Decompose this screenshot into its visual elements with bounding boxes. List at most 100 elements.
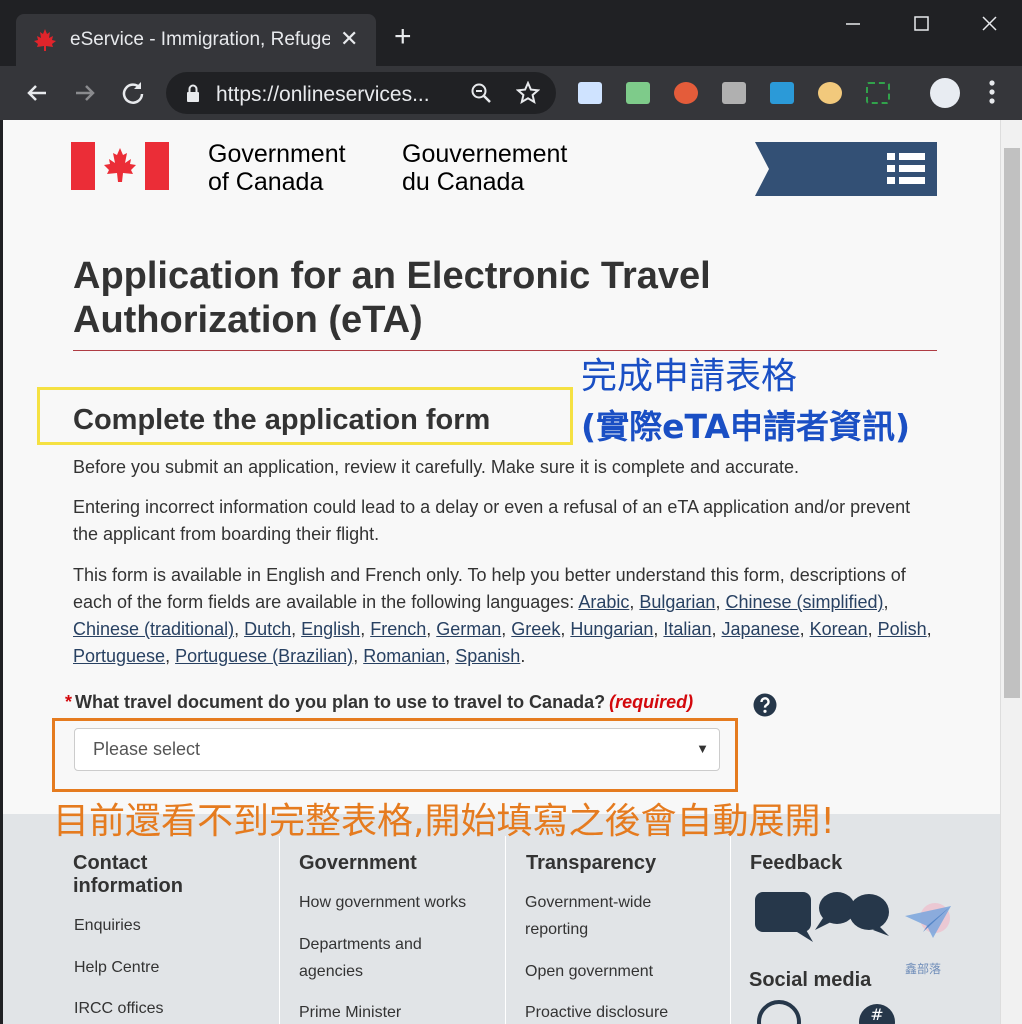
help-question-icon[interactable] [753,693,777,717]
extension-mail-icon[interactable] [626,82,650,104]
gov-en-line2: of Canada [208,168,324,196]
lang-link-romanian[interactable]: Romanian [363,646,445,666]
travel-document-select[interactable]: Please select ▼ [74,728,720,771]
lang-link-spanish[interactable]: Spanish [455,646,520,666]
page-title-line2: Authorization (eTA) [73,299,423,341]
annotation-form-expands: 目前還看不到完整表格,開始填寫之後會自動展開! [53,801,835,842]
menu-button[interactable] [755,142,937,196]
footer-link-proactive-disclosure[interactable]: Proactive disclosure [525,999,668,1024]
lang-link-italian[interactable]: Italian [663,619,711,639]
lang-link-english[interactable]: English [301,619,360,639]
annotation-complete-form: 完成申請表格 [581,356,798,397]
footer-link-departments[interactable]: Departments and [299,931,422,958]
hamburger-menu-icon [887,153,925,184]
footer-heading-transparency: Transparency [526,852,657,874]
lang-link-japanese[interactable]: Japanese [721,619,799,639]
extension-notes-icon[interactable] [578,82,602,104]
watermark-text: 鑫部落 [905,962,942,976]
tab-title: eService - Immigration, Refugee [70,29,330,50]
tab-close-icon[interactable]: ✕ [340,26,358,52]
footer-heading-government: Government [299,852,417,874]
menu-dots-icon[interactable] [988,79,996,105]
footer-link-help-centre[interactable]: Help Centre [74,954,159,981]
lang-link-hungarian[interactable]: Hungarian [570,619,653,639]
lang-link-korean[interactable]: Korean [810,619,868,639]
browser-tab[interactable]: eService - Immigration, Refugee ✕ [16,14,376,66]
contact-heading-line2: information [73,875,183,897]
government-of-canada-en[interactable]: Government of Canada [208,140,346,196]
extension-face-icon[interactable] [818,82,842,104]
lang-link-portuguese[interactable]: Portuguese [73,646,165,666]
gov-en-line1: Government [208,140,346,168]
reload-icon[interactable] [118,78,148,108]
footer-link-government-wide[interactable]: Government-wide [525,889,651,916]
scrollbar-thumb[interactable] [1004,148,1020,698]
page-title-line1: Application for an Electronic Travel [73,255,711,297]
gouvernement-du-canada-fr[interactable]: Gouvernement du Canada [402,140,567,196]
question-text: What travel document do you plan to use … [75,692,606,712]
lock-icon [187,84,199,102]
forward-icon[interactable] [70,78,100,108]
annotation-applicant-info: (實際eTA申請者資訊) [581,407,911,446]
footer-link-prime-minister[interactable]: Prime Minister [299,999,401,1024]
social-circle-icon [757,1000,801,1024]
required-label: (required) [609,692,694,712]
contact-heading-line1: Contact [73,852,148,874]
lang-link-portuguese-brazilian[interactable]: Portuguese (Brazilian) [175,646,353,666]
lang-link-bulgarian[interactable]: Bulgarian [639,592,715,612]
footer-link-open-government[interactable]: Open government [525,958,653,985]
caret-down-icon: ▼ [696,741,709,756]
lang-link-french[interactable]: French [370,619,426,639]
svg-text:#: # [870,1005,883,1024]
address-bar[interactable]: https://onlineservices... [166,72,556,114]
social-media-icons[interactable]: # [751,1000,911,1024]
page-scrollbar[interactable] [1000,120,1022,1024]
profile-avatar-icon[interactable] [930,78,960,108]
languages-paragraph: This form is available in English and Fr… [73,565,932,666]
lang-link-german[interactable]: German [436,619,501,639]
close-window-icon[interactable] [974,14,1004,34]
lang-link-greek[interactable]: Greek [511,619,560,639]
lang-link-arabic[interactable]: Arabic [578,592,629,612]
lang-link-chinese-traditional[interactable]: Chinese (traditional) [73,619,234,639]
site-footer: Contact information Enquiries Help Centre… [3,814,1000,1024]
lang-link-dutch[interactable]: Dutch [244,619,291,639]
bookmark-star-icon[interactable] [516,81,540,105]
lang-link-polish[interactable]: Polish [878,619,927,639]
feedback-speech-bubbles-icon[interactable] [753,888,893,944]
browser-toolbar: https://onlineservices... [0,66,1022,120]
footer-heading-feedback: Feedback [750,852,843,874]
section-heading: Complete the application form [73,404,491,436]
maximize-icon[interactable] [906,14,936,34]
zoom-icon[interactable] [470,82,492,104]
footer-link-agencies[interactable]: agencies [299,958,363,985]
footer-link-ircc-offices[interactable]: IRCC offices [74,995,164,1022]
extension-clipboard-icon[interactable] [722,82,746,104]
footer-col-contact: Contact information [73,852,273,898]
warning-paragraph: Entering incorrect information could lea… [73,497,911,544]
footer-link-enquiries[interactable]: Enquiries [74,912,141,939]
gov-fr-line2: du Canada [402,168,525,196]
footer-heading-social-media: Social media [749,969,872,991]
browser-tab-bar: eService - Immigration, Refugee ✕ + [0,0,1022,66]
extension-capture-icon[interactable] [866,82,890,104]
web-page: Government of Canada Gouvernement du Can… [0,120,1000,1024]
footer-heading-contact: Contact information [73,852,273,898]
lang-link-chinese-simplified[interactable]: Chinese (simplified) [725,592,883,612]
select-value: Please select [93,739,201,759]
new-tab-button[interactable]: + [394,22,412,52]
minimize-icon[interactable] [838,14,868,34]
footer-link-reporting[interactable]: reporting [525,916,588,943]
gov-fr-line1: Gouvernement [402,140,568,168]
back-icon[interactable] [22,78,52,108]
url-text: https://onlineservices... [216,83,430,106]
paper-plane-watermark-icon [905,903,951,938]
footer-col-government: Government [279,836,417,1024]
canada-flag-icon [71,142,169,190]
extension-share-icon[interactable] [770,82,794,104]
footer-link-how-government-works[interactable]: How government works [299,889,466,916]
travel-document-question: * What travel document do you plan to use… [65,692,693,713]
title-divider [73,350,937,351]
intro-paragraph: Before you submit an application, review… [73,457,800,477]
extension-color-icon[interactable] [674,82,698,104]
